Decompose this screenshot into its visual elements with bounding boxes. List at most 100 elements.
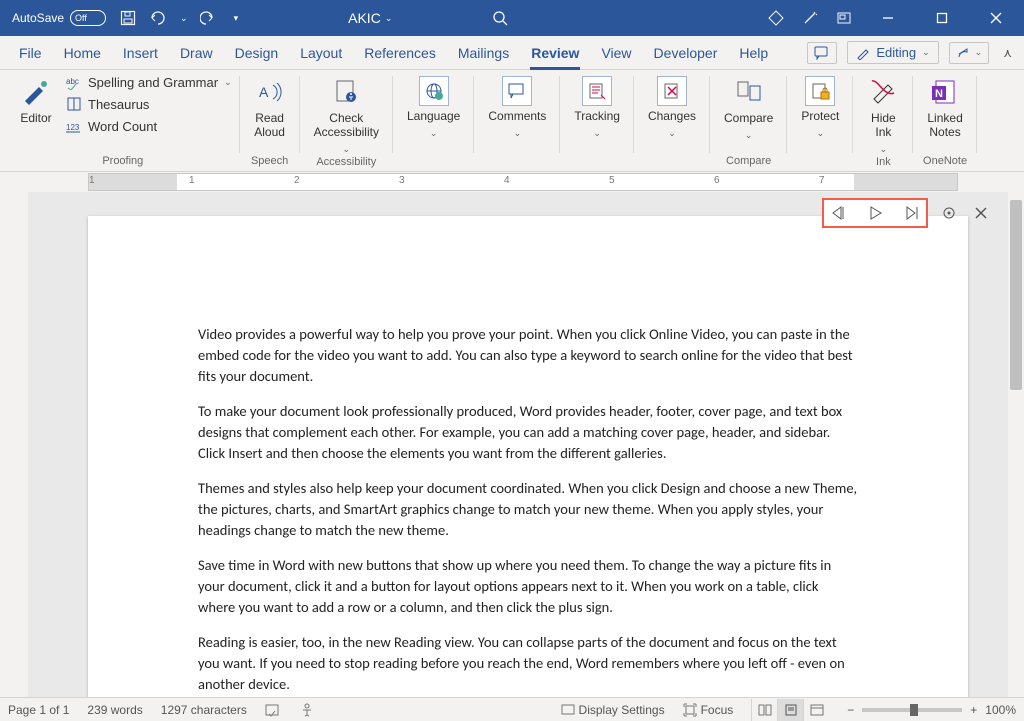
read-aloud-label: Read Aloud (254, 112, 285, 140)
previous-icon[interactable] (830, 204, 848, 222)
window-icon[interactable] (836, 10, 852, 26)
accessibility-status-icon[interactable] (299, 702, 315, 718)
group-label: Ink (876, 156, 891, 171)
document-title[interactable]: AKIC ⌄ (348, 10, 392, 26)
abc-check-icon: abc (66, 74, 82, 90)
tab-home[interactable]: Home (53, 36, 112, 70)
comments-pane-button[interactable] (807, 42, 837, 64)
group-label: Proofing (102, 155, 143, 171)
redo-icon[interactable] (200, 10, 216, 26)
ruler-4: 4 (504, 175, 510, 186)
share-button[interactable]: ⌄ (949, 42, 990, 64)
view-buttons (751, 699, 829, 721)
comments-button[interactable]: Comments⌄ (482, 74, 552, 140)
zoom-level[interactable]: 100% (985, 703, 1016, 717)
save-icon[interactable] (120, 10, 136, 26)
group-tracking: Tracking⌄ (560, 70, 634, 171)
word-count-button[interactable]: 123Word Count (66, 118, 232, 134)
word-count[interactable]: 239 words (87, 703, 142, 717)
linked-notes-label: Linked Notes (927, 112, 962, 140)
minimize-button[interactable] (870, 4, 906, 32)
zoom-slider[interactable] (862, 708, 962, 712)
autosave-label: AutoSave (12, 11, 64, 25)
undo-more-icon[interactable]: ⌄ (180, 13, 188, 24)
focus-button[interactable]: Focus (683, 703, 734, 717)
check-accessibility-label: Check Accessibility (314, 112, 379, 140)
char-count[interactable]: 1297 characters (161, 703, 247, 717)
tab-developer[interactable]: Developer (643, 36, 729, 70)
svg-text:A: A (259, 84, 269, 100)
check-accessibility-button[interactable]: Check Accessibility⌄ (308, 74, 385, 156)
print-layout-icon[interactable] (777, 699, 803, 721)
qat-customize-icon[interactable]: ▾ (234, 13, 239, 24)
pencil-icon (856, 46, 870, 60)
page[interactable]: Video provides a powerful way to help yo… (88, 216, 968, 697)
vertical-scrollbar[interactable] (1008, 192, 1024, 697)
linked-notes-button[interactable]: N Linked Notes (921, 74, 968, 142)
tracking-label: Tracking (574, 110, 620, 124)
hide-ink-label: Hide Ink (871, 112, 896, 140)
close-icon[interactable] (972, 204, 990, 222)
spellcheck-icon[interactable] (265, 702, 281, 718)
tab-insert[interactable]: Insert (112, 36, 169, 70)
zoom-in-button[interactable]: + (970, 703, 977, 717)
display-settings-button[interactable]: Display Settings (561, 703, 665, 717)
tab-references[interactable]: References (353, 36, 447, 70)
book-icon (66, 96, 82, 112)
read-aloud-icon: A (254, 76, 286, 108)
tab-view[interactable]: View (590, 36, 642, 70)
changes-button[interactable]: Changes⌄ (642, 74, 702, 140)
accessibility-icon (330, 76, 362, 108)
web-layout-icon[interactable] (803, 699, 829, 721)
wand-icon[interactable] (802, 10, 818, 26)
page-count[interactable]: Page 1 of 1 (8, 703, 69, 717)
thesaurus-button[interactable]: Thesaurus (66, 96, 232, 112)
ruler-3: 3 (399, 175, 405, 186)
tab-mailings[interactable]: Mailings (447, 36, 520, 70)
tab-review[interactable]: Review (520, 36, 590, 70)
language-button[interactable]: Language⌄ (401, 74, 466, 140)
group-protect: Protect⌄ (787, 70, 853, 171)
zoom-out-button[interactable]: − (847, 703, 854, 717)
next-icon[interactable] (902, 204, 920, 222)
tab-layout[interactable]: Layout (289, 36, 353, 70)
compare-button[interactable]: Compare⌄ (718, 74, 779, 142)
document-scroll[interactable]: Video provides a powerful way to help yo… (28, 192, 1024, 697)
tab-draw[interactable]: Draw (169, 36, 224, 70)
autosave-toggle[interactable]: AutoSave Off (12, 10, 106, 26)
spelling-grammar-button[interactable]: abcSpelling and Grammar⌄ (66, 74, 232, 90)
paragraph: Save time in Word with new buttons that … (198, 555, 858, 618)
play-icon[interactable] (866, 204, 884, 222)
protect-label: Protect (801, 110, 839, 124)
lock-icon (805, 76, 835, 106)
title-right (768, 4, 1020, 32)
vertical-ruler[interactable] (0, 192, 28, 697)
undo-icon[interactable] (148, 10, 168, 26)
tracking-button[interactable]: Tracking⌄ (568, 74, 626, 140)
hide-ink-button[interactable]: Hide Ink⌄ (861, 74, 905, 156)
maximize-button[interactable] (924, 4, 960, 32)
horizontal-ruler[interactable]: 1 2 3 4 5 6 7 1 (88, 173, 958, 191)
count-icon: 123 (66, 118, 82, 134)
settings-icon[interactable] (940, 204, 958, 222)
svg-text:N: N (935, 88, 943, 100)
protect-button[interactable]: Protect⌄ (795, 74, 845, 140)
horizontal-ruler-row: 1 2 3 4 5 6 7 1 (0, 172, 1024, 192)
editor-button[interactable]: Editor (14, 74, 58, 128)
diamond-icon[interactable] (768, 10, 784, 26)
tab-file[interactable]: File (8, 36, 53, 70)
tab-design[interactable]: Design (224, 36, 290, 70)
group-changes: Changes⌄ (634, 70, 710, 171)
tab-help[interactable]: Help (728, 36, 779, 70)
scrollbar-thumb[interactable] (1010, 200, 1022, 390)
chevron-down-icon: ⌄ (922, 47, 930, 58)
search-icon[interactable] (492, 10, 508, 26)
read-mode-icon[interactable] (751, 699, 777, 721)
editing-mode-button[interactable]: Editing ⌄ (847, 41, 938, 64)
close-button[interactable] (978, 4, 1014, 32)
collapse-ribbon-icon[interactable]: ⋏ (999, 42, 1016, 64)
group-label (670, 155, 673, 171)
tracking-icon (582, 76, 612, 106)
read-aloud-button[interactable]: A Read Aloud (248, 74, 292, 142)
onenote-icon: N (929, 76, 961, 108)
